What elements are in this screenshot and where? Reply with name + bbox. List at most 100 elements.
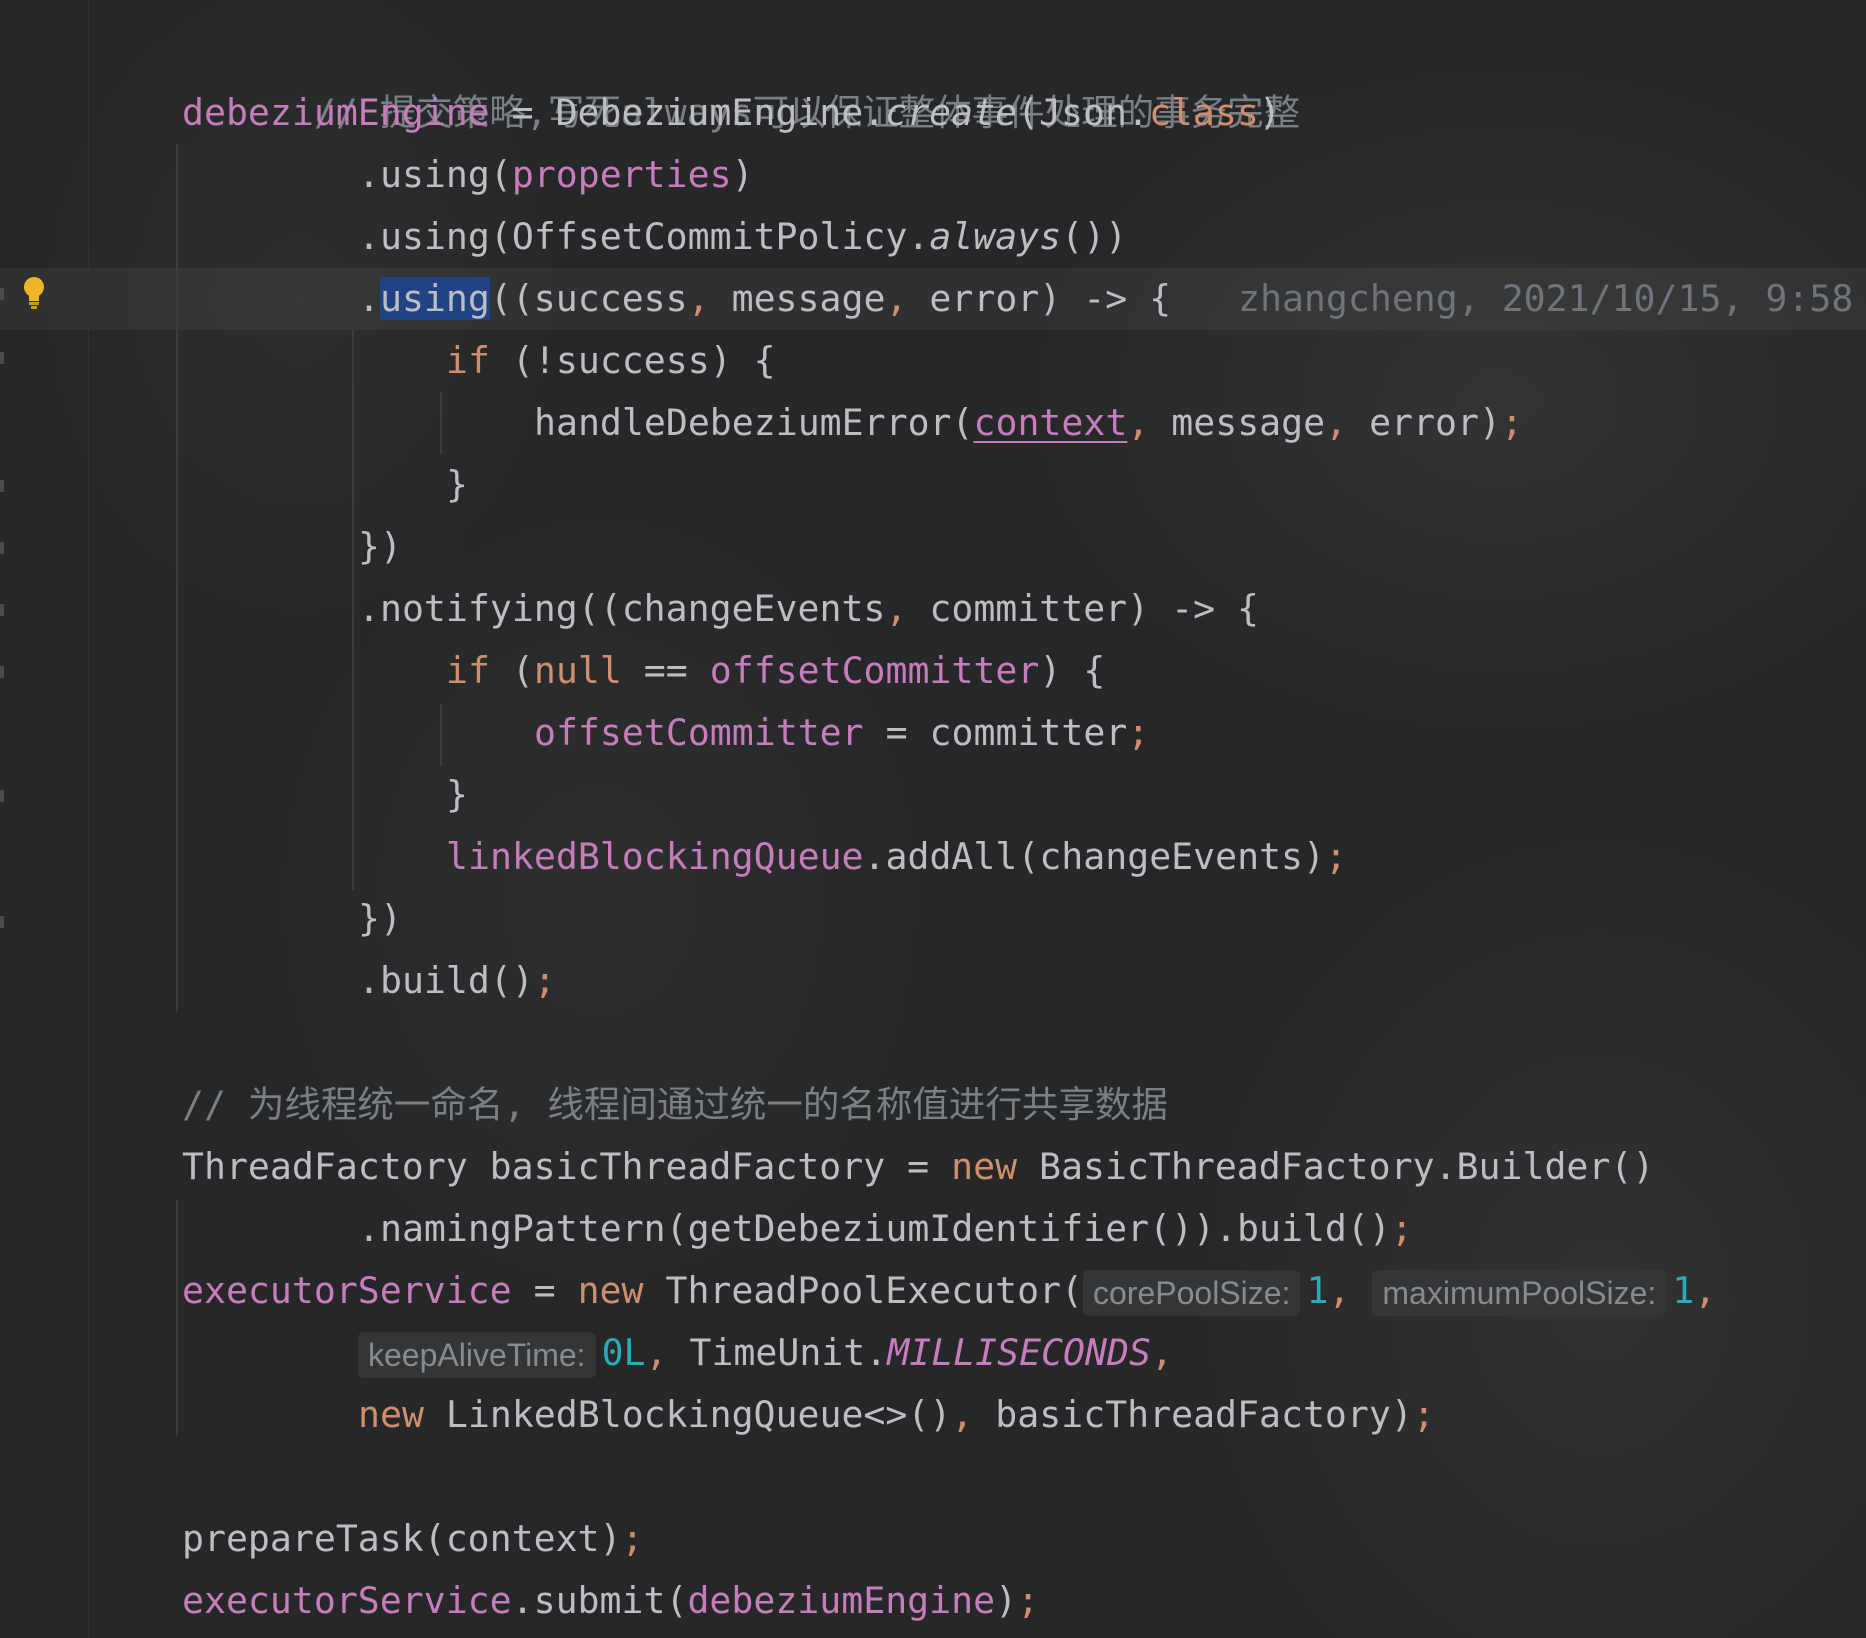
code-line-3: .using(properties)	[358, 144, 754, 206]
number-literal: 1	[1672, 1269, 1695, 1312]
code-area[interactable]: // 提交策略,写死always可以保证整体事件处理的事务完整 debezium…	[0, 0, 1866, 1638]
code-line-7: handleDebeziumError(context, message, er…	[534, 392, 1523, 454]
field-ref: offsetCommitter	[534, 711, 864, 754]
comma: ,	[1694, 1269, 1717, 1312]
code-token: })	[358, 897, 402, 940]
code-line-17: // 为线程统一命名, 线程间通过统一的名称值进行共享数据	[182, 1074, 1168, 1136]
semicolon: ;	[533, 959, 556, 1002]
code-token: message	[1149, 401, 1326, 444]
code-line-2: debeziumEngine = DebeziumEngine.create(J…	[182, 82, 1281, 144]
field-ref: debeziumEngine	[182, 91, 490, 134]
code-line-6: if (!success) {	[446, 330, 776, 392]
method-ref: always	[929, 215, 1062, 258]
semicolon: ;	[1325, 835, 1347, 878]
code-token: .using(OffsetCommitPolicy.	[358, 215, 930, 258]
parameter-hint: corePoolSize:	[1083, 1269, 1301, 1316]
number-literal: 1	[1306, 1269, 1329, 1312]
comma: ,	[885, 587, 908, 630]
code-token: ) {	[1039, 649, 1106, 692]
code-token: (!success) {	[489, 339, 776, 382]
code-token: = committer	[863, 711, 1128, 754]
code-token: ==	[621, 649, 710, 692]
code-token: ThreadPoolExecutor(	[643, 1269, 1083, 1312]
code-token: BasicThreadFactory.Builder()	[1017, 1145, 1655, 1188]
keyword: new	[358, 1393, 424, 1436]
comma: ,	[951, 1393, 974, 1436]
semicolon: ;	[1390, 1207, 1413, 1250]
field-ref: debeziumEngine	[687, 1579, 996, 1622]
keyword: new	[951, 1145, 1018, 1188]
comment: // 为线程统一命名, 线程间通过统一的名称值进行共享数据	[182, 1083, 1168, 1126]
code-line-1: // 提交策略,写死always可以保证整体事件处理的事务完整	[182, 20, 1300, 134]
code-token: .using(	[358, 153, 512, 196]
comma: ,	[885, 277, 908, 320]
code-token: .submit(	[511, 1579, 688, 1622]
comma: ,	[687, 277, 710, 320]
code-line-13: }	[446, 764, 468, 826]
comma: ,	[645, 1331, 668, 1374]
method-ref: create	[885, 91, 1018, 134]
parameter-hint: keepAliveTime:	[358, 1331, 596, 1378]
code-token: error)	[1347, 401, 1501, 444]
code-line-24: executorService.submit(debeziumEngine);	[182, 1570, 1039, 1632]
code-token: ((success	[489, 277, 688, 320]
comma: ,	[1127, 401, 1150, 444]
code-token: handleDebeziumError(	[534, 401, 974, 444]
keyword: null	[533, 649, 622, 692]
code-token: })	[358, 525, 402, 568]
code-editor[interactable]: // 提交策略,写死always可以保证整体事件处理的事务完整 debezium…	[0, 0, 1866, 1638]
semicolon: ;	[621, 1517, 644, 1560]
code-token: LinkedBlockingQueue<>()	[423, 1393, 952, 1436]
keyword: if	[446, 649, 490, 692]
code-token: (	[489, 649, 534, 692]
code-line-23: prepareTask(context);	[182, 1508, 643, 1570]
field-ref: offsetCommitter	[709, 649, 1040, 692]
code-line-11: if (null == offsetCommitter) {	[446, 640, 1105, 702]
code-token: )	[995, 1579, 1018, 1622]
code-token: ())	[1061, 215, 1128, 258]
code-line-15: })	[358, 888, 402, 950]
code-token: )	[1258, 91, 1281, 134]
code-line-18: ThreadFactory basicThreadFactory = new B…	[182, 1136, 1654, 1198]
semicolon: ;	[1412, 1393, 1435, 1436]
semicolon: ;	[1017, 1579, 1040, 1622]
code-token: }	[446, 773, 468, 816]
code-token: .addAll(changeEvents)	[863, 835, 1326, 878]
code-token: .notifying((changeEvents	[358, 587, 886, 630]
code-line-5: .using((success, message, error) -> {	[358, 268, 1171, 330]
git-blame-annotation[interactable]: zhangcheng, 2021/10/15, 9:58	[1238, 268, 1853, 330]
code-token: .	[358, 277, 380, 320]
comma: ,	[1150, 1331, 1173, 1374]
code-token: message	[709, 277, 886, 320]
semicolon: ;	[1500, 401, 1523, 444]
code-token: .namingPattern(getDebeziumIdentifier()).…	[358, 1207, 1391, 1250]
comma: ,	[1328, 1269, 1351, 1312]
static-field-ref: MILLISECONDS	[887, 1331, 1151, 1374]
code-line-22: new LinkedBlockingQueue<>(), basicThread…	[358, 1384, 1435, 1446]
code-token: ThreadFactory basicThreadFactory =	[182, 1145, 952, 1188]
code-line-21: keepAliveTime: 0L, TimeUnit.MILLISECONDS,	[358, 1322, 1173, 1384]
comma: ,	[1325, 401, 1348, 444]
code-line-14: linkedBlockingQueue.addAll(changeEvents)…	[446, 826, 1347, 888]
code-token: }	[446, 463, 468, 506]
code-line-4: .using(OffsetCommitPolicy.always())	[358, 206, 1127, 268]
keyword: new	[577, 1269, 644, 1312]
field-ref: context	[973, 401, 1128, 444]
field-ref: executorService	[182, 1269, 512, 1312]
code-token: error) -> {	[907, 277, 1172, 320]
code-token: .build()	[358, 959, 534, 1002]
keyword: class	[1148, 91, 1259, 134]
code-token: (Json.	[1017, 91, 1149, 134]
code-line-20: executorService = new ThreadPoolExecutor…	[182, 1260, 1716, 1322]
code-token: basicThreadFactory)	[973, 1393, 1413, 1436]
text-selection[interactable]: using	[379, 277, 490, 320]
code-line-16: .build();	[358, 950, 556, 1012]
code-token: TimeUnit.	[667, 1331, 888, 1374]
code-line-9: })	[358, 516, 402, 578]
code-token: committer) -> {	[907, 587, 1259, 630]
code-line-10: .notifying((changeEvents, committer) -> …	[358, 578, 1259, 640]
code-line-8: }	[446, 454, 468, 516]
keyword: if	[446, 339, 490, 382]
parameter-hint: maximumPoolSize:	[1372, 1269, 1667, 1316]
field-ref: properties	[511, 153, 732, 196]
